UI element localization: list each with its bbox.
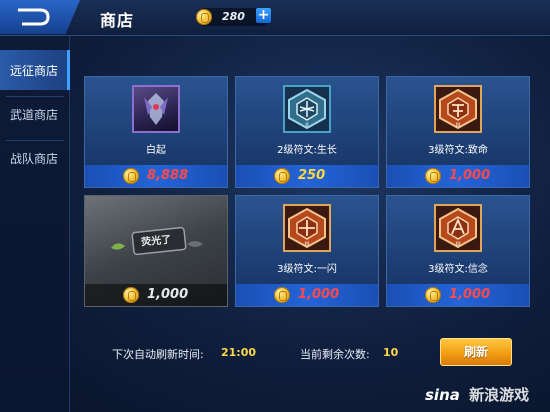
gold-coin-icon [274, 287, 290, 303]
sidebar-item-label: 武道商店 [10, 107, 59, 122]
shop-item-card[interactable]: 荧光了 1,000 [84, 195, 228, 307]
watermark-logo: sina [425, 386, 460, 404]
svg-text:III: III [455, 241, 461, 248]
top-bar: 商店 280 + [0, 0, 550, 36]
page-title: 商店 [100, 11, 135, 30]
sidebar-item-expedition-shop[interactable]: 远征商店 [0, 50, 70, 90]
item-name: 3级符文:致命 [428, 145, 488, 156]
shop-item-card[interactable]: III 3级符文:一闪 1,000 [235, 195, 379, 307]
sidebar-item-team-shop[interactable]: 战队商店 [0, 138, 70, 178]
rune-level2-icon: II [283, 85, 331, 133]
svg-text:II: II [305, 122, 309, 129]
item-name: 2级符文:生长 [277, 145, 337, 156]
gold-coin-icon [274, 168, 290, 184]
item-price: 8,888 [147, 168, 189, 183]
gold-coin-icon [196, 9, 212, 25]
price-bar: 250 [236, 165, 378, 187]
card-badge-text: 荧光了 [140, 234, 172, 249]
currency-value: 280 [222, 10, 245, 23]
hero-portrait-icon [132, 85, 180, 133]
shop-sidebar: 远征商店 武道商店 战队商店 [0, 36, 70, 412]
refresh-button[interactable]: 刷新 [440, 338, 512, 366]
gold-coin-icon [123, 168, 139, 184]
shop-item-card[interactable]: III 3级符文:致命 1,000 [386, 76, 530, 188]
sidebar-item-label: 战队商店 [10, 151, 59, 166]
remaining-count-value: 10 [383, 346, 399, 359]
watermark: sina 新浪游戏 [425, 384, 529, 405]
loading-card-icon: 荧光了 [107, 218, 207, 266]
item-price: 1,000 [449, 168, 491, 183]
shop-item-card[interactable]: III 3级符文:信念 1,000 [386, 195, 530, 307]
price-bar: 1,000 [387, 165, 529, 187]
remaining-count-label: 当前剩余次数: [300, 348, 370, 361]
shop-item-card[interactable]: 白起 8,888 [84, 76, 228, 188]
item-price: 1,000 [449, 287, 491, 302]
back-button[interactable] [0, 0, 80, 34]
sidebar-item-label: 远征商店 [10, 63, 59, 78]
rune-level3-icon: III [434, 85, 482, 133]
price-bar: 1,000 [85, 284, 227, 306]
sidebar-item-martial-shop[interactable]: 武道商店 [0, 94, 70, 134]
price-bar: 1,000 [236, 284, 378, 306]
item-name: 3级符文:信念 [428, 264, 488, 275]
rune-level3-icon: III [434, 204, 482, 252]
svg-text:III: III [455, 122, 461, 129]
item-price: 1,000 [147, 287, 189, 302]
refresh-time-value: 21:00 [221, 346, 257, 359]
item-price: 250 [298, 168, 326, 183]
item-name: 3级符文:一闪 [277, 264, 337, 275]
price-bar: 1,000 [387, 284, 529, 306]
refresh-time-label: 下次自动刷新时间: [112, 348, 204, 361]
back-arrow-icon [18, 8, 50, 26]
svg-text:III: III [304, 241, 310, 248]
add-currency-button[interactable]: + [256, 8, 271, 23]
item-price: 1,000 [298, 287, 340, 302]
item-name: 白起 [146, 145, 166, 156]
gold-coin-icon [425, 168, 441, 184]
shop-item-card[interactable]: II 2级符文:生长 250 [235, 76, 379, 188]
rune-level3-icon: III [283, 204, 331, 252]
gold-coin-icon [425, 287, 441, 303]
price-bar: 8,888 [85, 165, 227, 187]
gold-coin-icon [123, 287, 139, 303]
watermark-text: 新浪游戏 [469, 386, 530, 404]
